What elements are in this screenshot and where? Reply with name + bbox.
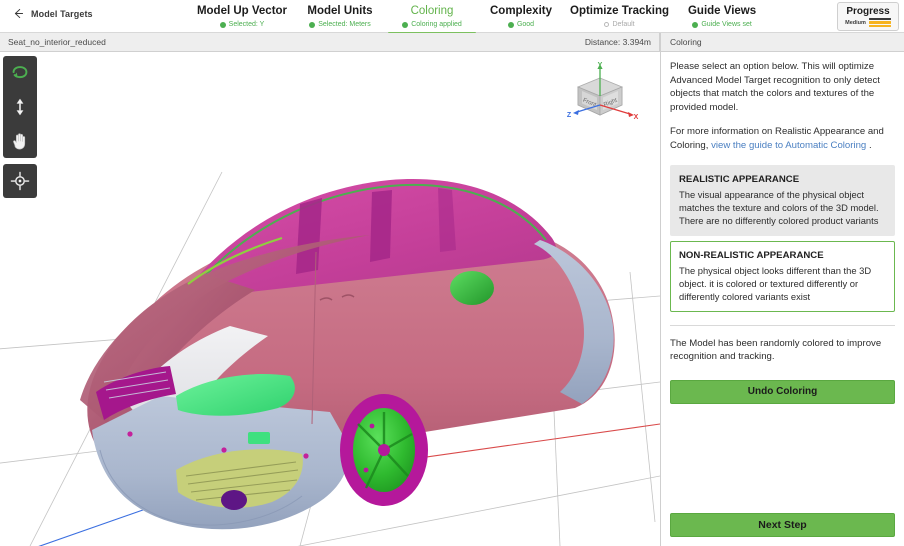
wheel-hub xyxy=(378,444,390,456)
step-status-text: Selected: Meters xyxy=(318,21,371,28)
panel-title: Coloring xyxy=(670,37,702,47)
focus-target-tool-button[interactable] xyxy=(3,164,37,198)
distance-label: Distance: 3.394m xyxy=(584,37,651,47)
step-status: Selected: Y xyxy=(196,20,288,29)
pan-vertical-tool-button[interactable] xyxy=(3,90,37,124)
panel-divider xyxy=(670,324,895,326)
progress-bar-2 xyxy=(868,21,891,24)
step-complexity[interactable]: Complexity Good xyxy=(478,0,564,29)
step-title: Model Units xyxy=(307,5,373,17)
wizard-steps: Model Up Vector Selected: Y Model Units … xyxy=(190,0,827,34)
step-status-text: Guide Views set xyxy=(701,21,752,28)
step-title: Model Up Vector xyxy=(196,5,288,17)
more-info-suffix: . xyxy=(868,139,872,151)
plate-accent xyxy=(248,432,270,444)
undo-coloring-button[interactable]: Undo Coloring xyxy=(670,380,895,405)
3d-scene xyxy=(0,52,660,546)
panel-intro-text: Please select an option below. This will… xyxy=(670,61,880,113)
side-mirror xyxy=(450,271,494,305)
sub-header-bar: Seat_no_interior_reduced Distance: 3.394… xyxy=(0,33,904,52)
fog-lamp xyxy=(221,490,247,510)
option-realistic-appearance[interactable]: REALISTIC APPEARANCE The visual appearan… xyxy=(670,164,895,236)
pan-hand-tool-button[interactable] xyxy=(3,124,37,158)
step-title: Coloring xyxy=(410,5,454,17)
progress-bar-3 xyxy=(868,24,891,28)
status-dot-icon xyxy=(219,21,226,28)
progress-indicator[interactable]: Progress Medium xyxy=(837,2,899,31)
viewport-tool-rail xyxy=(3,56,37,198)
option-non-realistic-appearance[interactable]: NON-REALISTIC APPEARANCE The physical ob… xyxy=(670,240,895,312)
nav-cube-axis-y: Y xyxy=(598,62,603,69)
view-navigation-cube[interactable]: Front Right Y X Z xyxy=(564,60,642,130)
step-status-text: Default xyxy=(612,21,635,28)
coloring-side-panel: Please select an option below. This will… xyxy=(660,52,904,546)
step-status: Default xyxy=(570,20,669,29)
step-guide-views[interactable]: Guide Views Guide Views set xyxy=(675,0,769,29)
step-status: Coloring applied xyxy=(392,20,472,29)
nav-cube-icon: Front Right Y X Z xyxy=(567,62,639,121)
panel-more-info-text: For more information on Realistic Appear… xyxy=(670,125,895,152)
step-title: Optimize Tracking xyxy=(570,5,670,17)
orbit-icon xyxy=(12,66,28,79)
option-description: The visual appearance of the physical ob… xyxy=(679,188,879,226)
orbit-tool-button[interactable] xyxy=(3,56,37,90)
nav-cube-axis-x: X xyxy=(634,114,639,121)
status-dot-icon xyxy=(402,21,409,28)
step-model-units[interactable]: Model Units Selected: Meters xyxy=(294,0,386,29)
progress-bars-icon xyxy=(868,17,891,28)
panel-header: Coloring xyxy=(660,33,904,51)
progress-level-label: Medium xyxy=(845,19,866,26)
status-dot-icon xyxy=(507,21,514,28)
step-status: Selected: Meters xyxy=(300,20,380,29)
step-status-text: Selected: Y xyxy=(228,21,265,28)
window-pillar-2 xyxy=(370,190,392,262)
model-info-bar: Seat_no_interior_reduced Distance: 3.394… xyxy=(0,33,660,51)
step-optimize-tracking[interactable]: Optimize Tracking Default xyxy=(564,0,675,29)
top-navigation-bar: Model Targets Model Up Vector Selected: … xyxy=(0,0,904,34)
next-step-button[interactable]: Next Step xyxy=(670,513,895,537)
3d-viewport[interactable]: Front Right Y X Z xyxy=(0,52,660,546)
sensor-dot-1 xyxy=(221,447,227,453)
step-title: Complexity xyxy=(490,5,552,17)
step-status-text: Good xyxy=(516,21,535,28)
sensor-dot-2 xyxy=(303,453,309,459)
step-title: Guide Views xyxy=(687,5,757,17)
status-dot-icon xyxy=(309,21,316,28)
progress-title: Progress xyxy=(846,5,890,17)
navigation-tools-group xyxy=(3,56,37,158)
sensor-dot-3 xyxy=(127,431,133,437)
back-to-model-targets-button[interactable]: Model Targets xyxy=(0,0,190,20)
back-label: Model Targets xyxy=(31,8,93,19)
focus-target-icon xyxy=(10,171,30,191)
panel-spacer xyxy=(670,404,895,513)
coloring-status-note: The Model has been randomly colored to i… xyxy=(670,337,882,362)
option-title: REALISTIC APPEARANCE xyxy=(679,173,800,185)
pan-vertical-icon xyxy=(16,98,24,116)
progress-bar-1 xyxy=(868,17,891,21)
window-pillar-1 xyxy=(296,198,322,274)
step-status-text: Coloring applied xyxy=(411,21,462,28)
step-status: Guide Views set xyxy=(681,20,763,29)
arrow-left-icon xyxy=(14,8,24,19)
progress-meter: Medium xyxy=(845,17,891,28)
step-coloring[interactable]: Coloring Coloring applied xyxy=(386,0,478,34)
hand-icon xyxy=(13,133,26,150)
automatic-coloring-guide-link[interactable]: view the guide to Automatic Coloring xyxy=(711,140,866,151)
option-title: NON-REALISTIC APPEARANCE xyxy=(679,249,824,261)
nav-cube-axis-z: Z xyxy=(567,112,572,119)
wheel-front xyxy=(340,394,428,506)
option-description: The physical object looks different than… xyxy=(679,264,872,302)
step-status: Good xyxy=(484,20,558,29)
model-name-label: Seat_no_interior_reduced xyxy=(8,37,106,47)
focus-tools-group xyxy=(3,164,37,198)
step-model-up-vector[interactable]: Model Up Vector Selected: Y xyxy=(190,0,294,29)
status-dot-icon xyxy=(604,22,610,27)
status-dot-icon xyxy=(692,21,699,28)
app-root: Model Targets Model Up Vector Selected: … xyxy=(0,0,904,546)
